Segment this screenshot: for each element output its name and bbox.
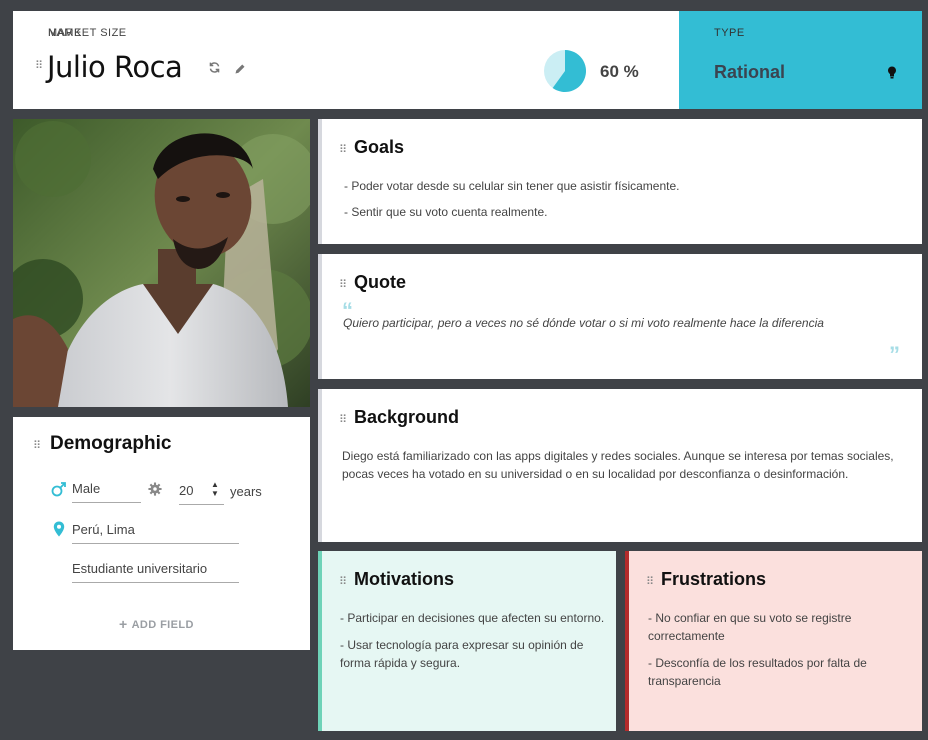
quote-text[interactable]: Quiero participar, pero a veces no sé dó… [343,316,824,330]
market-size-value: 60 % [600,62,639,81]
drag-handle-icon[interactable]: ⠿ [646,577,654,588]
drag-handle-icon[interactable]: ⠿ [339,145,347,156]
drag-handle-icon[interactable]: ⠿ [339,280,347,291]
list-item[interactable]: - No confiar en que su voto se registre … [648,609,910,645]
list-item[interactable]: - Usar tecnología para expresar su opini… [340,636,605,672]
type-card: TYPE Rational [679,11,922,109]
age-unit-label: years [230,484,262,499]
demographic-card: ⠿ Demographic Male 20 ▲ ▼ years Perú, Li… [13,417,310,650]
persona-photo[interactable] [13,119,310,407]
refresh-icon[interactable] [208,61,221,79]
edit-icon[interactable] [234,62,246,80]
plus-icon: + [119,616,128,632]
market-size-pie [544,50,587,92]
list-item[interactable]: - Desconfía de los resultados por falta … [648,654,910,690]
motivations-list: - Participar en decisiones que afecten s… [340,609,605,681]
quote-close-icon: ” [889,342,900,367]
background-text[interactable]: Diego está familiarizado con las apps di… [342,447,907,483]
add-field-button[interactable]: + ADD FIELD [119,616,194,632]
gender-field[interactable]: Male [72,481,141,503]
drag-handle-icon[interactable]: ⠿ [339,577,347,588]
location-pin-icon [53,521,65,542]
lightbulb-icon[interactable] [887,66,897,84]
goals-title: Goals [354,137,405,157]
male-icon [51,481,67,502]
drag-handle-icon[interactable]: ⠿ [339,415,347,426]
age-stepper[interactable]: ▲ ▼ [211,480,219,498]
occupation-field[interactable]: Estudiante universitario [72,561,239,583]
add-field-label: ADD FIELD [131,619,194,631]
frustrations-list: - No confiar en que su voto se registre … [648,609,910,699]
list-item[interactable]: - Participar en decisiones que afecten s… [340,609,605,627]
persona-name[interactable]: Julio Roca [47,50,183,84]
location-field[interactable]: Perú, Lima [72,522,239,544]
stepper-up-icon[interactable]: ▲ [211,480,219,489]
market-size-label: MARKET SIZE [48,27,127,39]
goals-card: ⠿ Goals - Poder votar desde su celular s… [318,119,922,244]
frustrations-card: ⠿ Frustrations - No confiar en que su vo… [625,551,922,731]
name-card: NAME ⠿ Julio Roca MARKET SIZE 60 % [13,11,679,109]
motivations-card: ⠿ Motivations - Participar en decisiones… [318,551,616,731]
type-label: TYPE [714,27,745,39]
type-value[interactable]: Rational [714,62,785,83]
list-item[interactable]: - Sentir que su voto cuenta realmente. [344,203,680,221]
demographic-title: Demographic [50,433,172,454]
quote-title: Quote [354,272,406,292]
drag-handle-icon[interactable]: ⠿ [33,441,41,452]
background-card: ⠿ Background Diego está familiarizado co… [318,389,922,542]
stepper-down-icon[interactable]: ▼ [211,489,219,498]
list-item[interactable]: - Poder votar desde su celular sin tener… [344,177,680,195]
goals-list: - Poder votar desde su celular sin tener… [344,177,680,229]
drag-handle-icon[interactable]: ⠿ [35,61,43,72]
quote-card: ⠿ Quote “ Quiero participar, pero a vece… [318,254,922,379]
background-title: Background [354,407,460,427]
motivations-title: Motivations [354,569,455,589]
frustrations-title: Frustrations [661,569,767,589]
gear-icon[interactable] [148,482,162,501]
